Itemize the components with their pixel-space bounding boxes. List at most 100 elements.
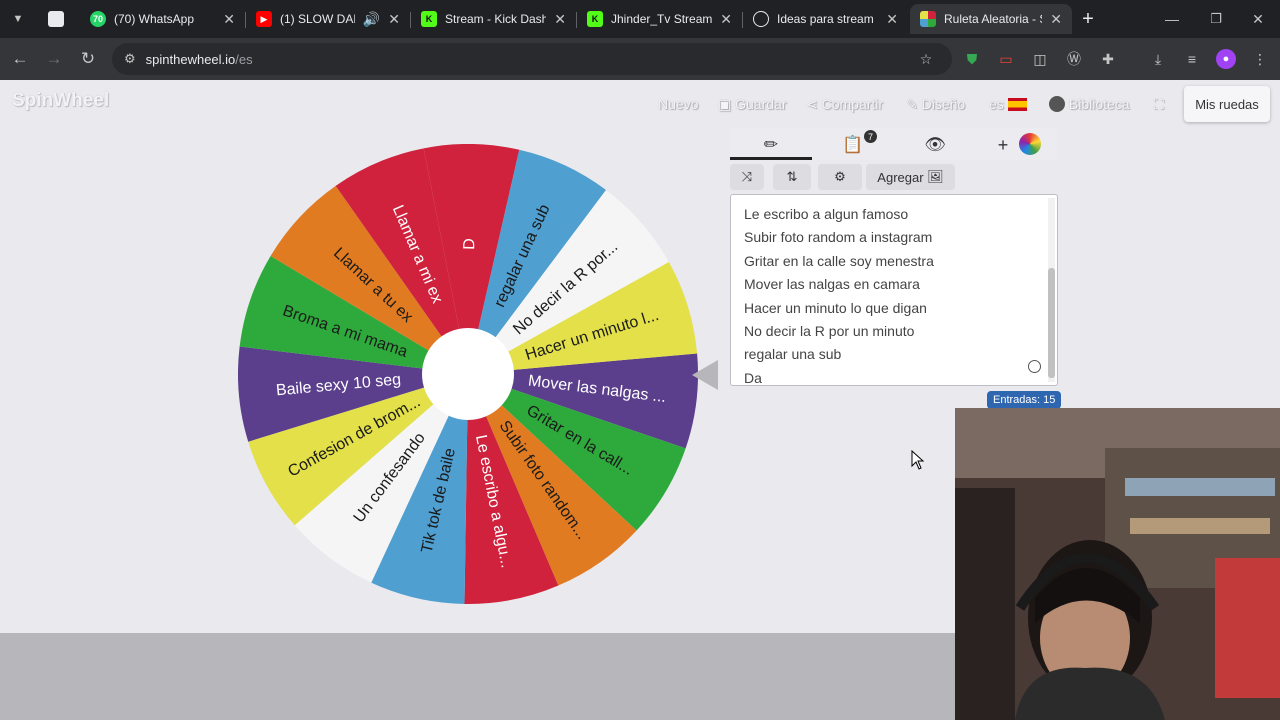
puzzle-extensions-icon[interactable]: ✚ — [1098, 49, 1118, 69]
sort-button[interactable]: ⇅ — [773, 164, 811, 190]
entries-scrollbar[interactable] — [1048, 198, 1055, 382]
more-menu-icon[interactable]: ⋮ — [1250, 49, 1270, 69]
entry-line: regalar una sub — [744, 346, 842, 362]
site-info-icon[interactable]: ⚙ — [124, 51, 136, 67]
gear-icon: ⚙ — [834, 169, 846, 184]
tab-title: (70) WhatsApp — [114, 12, 195, 26]
hide-eye-icon[interactable]: 👁 — [922, 134, 948, 156]
mis-ruedas-button[interactable]: Mis ruedas — [1184, 86, 1270, 122]
entry-line: Gritar en la calle soy menestra — [744, 253, 934, 269]
minimize-icon[interactable]: — — [1160, 7, 1184, 31]
download-icon[interactable]: ⤓ — [1148, 49, 1168, 69]
close-icon[interactable]: ✕ — [720, 11, 732, 28]
webcam-image — [955, 408, 1280, 720]
scrollbar-thumb[interactable] — [1048, 268, 1055, 378]
wheel-segment-label: D — [461, 238, 478, 250]
back-icon[interactable]: ← — [8, 47, 32, 71]
tab-spinthewheel[interactable]: Ruleta Aleatoria - S ✕ — [910, 4, 1072, 34]
forward-icon[interactable]: → — [42, 47, 66, 71]
youtube-icon: ▶ — [256, 11, 272, 27]
tab-chatgpt[interactable]: Ideas para stream ✕ — [743, 4, 908, 34]
entry-line: Subir foto random a instagram — [744, 229, 933, 245]
address-bar-row: ← → ↻ ⚙ spinthewheel.io/es ☆ ⛊ ▭ ◫ Ⓦ ✚ ⤓… — [0, 38, 1280, 80]
entries-count-badge: Entradas: 15 — [987, 391, 1062, 409]
tab-search-chevron-icon[interactable]: ▼ — [6, 7, 30, 31]
whatsapp-icon: 70 — [90, 11, 106, 27]
shuffle-icon: ⤨ — [741, 169, 753, 184]
menu-language[interactable]: es — [989, 96, 1027, 112]
bookmark-star-icon[interactable]: ☆ — [916, 49, 936, 69]
kick-icon: K — [587, 11, 603, 27]
pencil-icon: ✎ — [906, 96, 922, 112]
tab-title: Jhinder_Tv Stream - — [611, 12, 713, 26]
reload-icon[interactable]: ↻ — [76, 47, 100, 71]
close-icon[interactable]: ✕ — [223, 11, 235, 28]
emoji-icon[interactable] — [1028, 360, 1041, 373]
entry-line: Mover las nalgas en camara — [744, 276, 920, 292]
pencil-icon[interactable]: ✏ — [760, 134, 782, 156]
color-wheel-icon[interactable] — [1019, 133, 1041, 155]
webcam-overlay — [955, 408, 1280, 720]
close-icon[interactable]: ✕ — [388, 11, 400, 28]
sort-icon: ⇅ — [786, 169, 798, 184]
menu-compartir-label: Compartir — [821, 96, 884, 112]
wheel-center-hub[interactable] — [422, 328, 514, 420]
active-tab-indicator — [730, 157, 812, 160]
wheel-graphic[interactable]: Mover las nalgas ...Gritar en la call...… — [237, 143, 698, 604]
restore-icon[interactable]: ❐ — [1204, 7, 1228, 31]
media-control-icon[interactable]: ≡ — [1182, 49, 1202, 69]
close-icon[interactable]: ✕ — [1050, 11, 1062, 28]
mouse-cursor-icon — [911, 450, 925, 470]
menu-guardar-label: Guardar — [735, 96, 787, 112]
close-window-icon[interactable]: ✕ — [1246, 7, 1270, 31]
spin-wheel[interactable]: Mover las nalgas ... Gritar en la call...… — [237, 143, 698, 604]
tab-title: Ruleta Aleatoria - S — [944, 12, 1043, 26]
clipboard-icon[interactable]: 📋 — [842, 134, 864, 156]
page-icon — [48, 11, 64, 27]
agregar-label: Agregar — [877, 169, 924, 185]
tab-title: Ideas para stream — [777, 12, 874, 26]
shuffle-button[interactable]: ⤨ — [730, 164, 764, 190]
menu-biblioteca[interactable]: Biblioteca — [1049, 96, 1130, 112]
wheel-pointer — [692, 360, 718, 390]
speaker-icon[interactable]: 🔊 — [363, 11, 380, 28]
app-logo[interactable]: SpinWheel — [12, 90, 109, 112]
entry-line: Da — [744, 370, 762, 386]
close-icon[interactable]: ✕ — [554, 11, 566, 28]
tab-kick-stream[interactable]: K Jhinder_Tv Stream - ✕ — [577, 4, 742, 34]
url-text: spinthewheel.io/es — [146, 52, 253, 67]
add-icon[interactable]: + — [996, 134, 1010, 156]
openai-icon — [753, 11, 769, 27]
url-path: /es — [235, 51, 253, 67]
menu-nuevo[interactable]: Nuevo — [658, 96, 698, 112]
image-icon: 🖼 — [927, 169, 944, 184]
extension-icon[interactable]: ◫ — [1030, 49, 1050, 69]
url-host: spinthewheel.io — [145, 51, 236, 67]
kick-icon: K — [421, 11, 437, 27]
agregar-image-button[interactable]: Agregar 🖼 — [866, 164, 955, 190]
menu-compartir[interactable]: ⋖ Compartir — [806, 96, 883, 113]
settings-button[interactable]: ⚙ — [818, 164, 862, 190]
spinthewheel-icon — [920, 11, 936, 27]
menu-guardar[interactable]: ▣ Guardar — [718, 96, 786, 113]
entries-toolbar: ✏ 📋 7 👁 + — [730, 128, 1058, 160]
menu-language-label: es — [989, 96, 1004, 112]
new-tab-button[interactable]: + — [1076, 7, 1100, 31]
entry-line: No decir la R por un minuto — [744, 323, 915, 339]
tab-0[interactable] — [38, 4, 82, 34]
wordpress-extension-icon[interactable]: Ⓦ — [1064, 49, 1084, 69]
spain-flag-icon — [1007, 98, 1027, 111]
close-icon[interactable]: ✕ — [886, 11, 898, 28]
profile-avatar[interactable]: ● — [1216, 49, 1236, 69]
shield-extension-icon[interactable]: ⛊ — [962, 49, 982, 69]
menu-biblioteca-label: Biblioteca — [1068, 96, 1130, 112]
menu-diseno[interactable]: ✎ Diseño — [906, 96, 965, 113]
entries-textarea[interactable]: Le escribo a algun famoso Subir foto ran… — [730, 194, 1058, 386]
tab-youtube[interactable]: ▶ (1) SLOW DANC 🔊 ✕ — [246, 4, 410, 34]
share-icon: ⋖ — [806, 96, 822, 112]
tab-kick-dashboard[interactable]: K Stream - Kick Dashb ✕ — [411, 4, 576, 34]
fullscreen-icon[interactable]: ⛶ — [1154, 96, 1164, 113]
url-field[interactable]: ⚙ spinthewheel.io/es — [112, 43, 952, 75]
cast-extension-icon[interactable]: ▭ — [996, 49, 1016, 69]
tab-whatsapp[interactable]: 70 (70) WhatsApp ✕ — [80, 4, 245, 34]
